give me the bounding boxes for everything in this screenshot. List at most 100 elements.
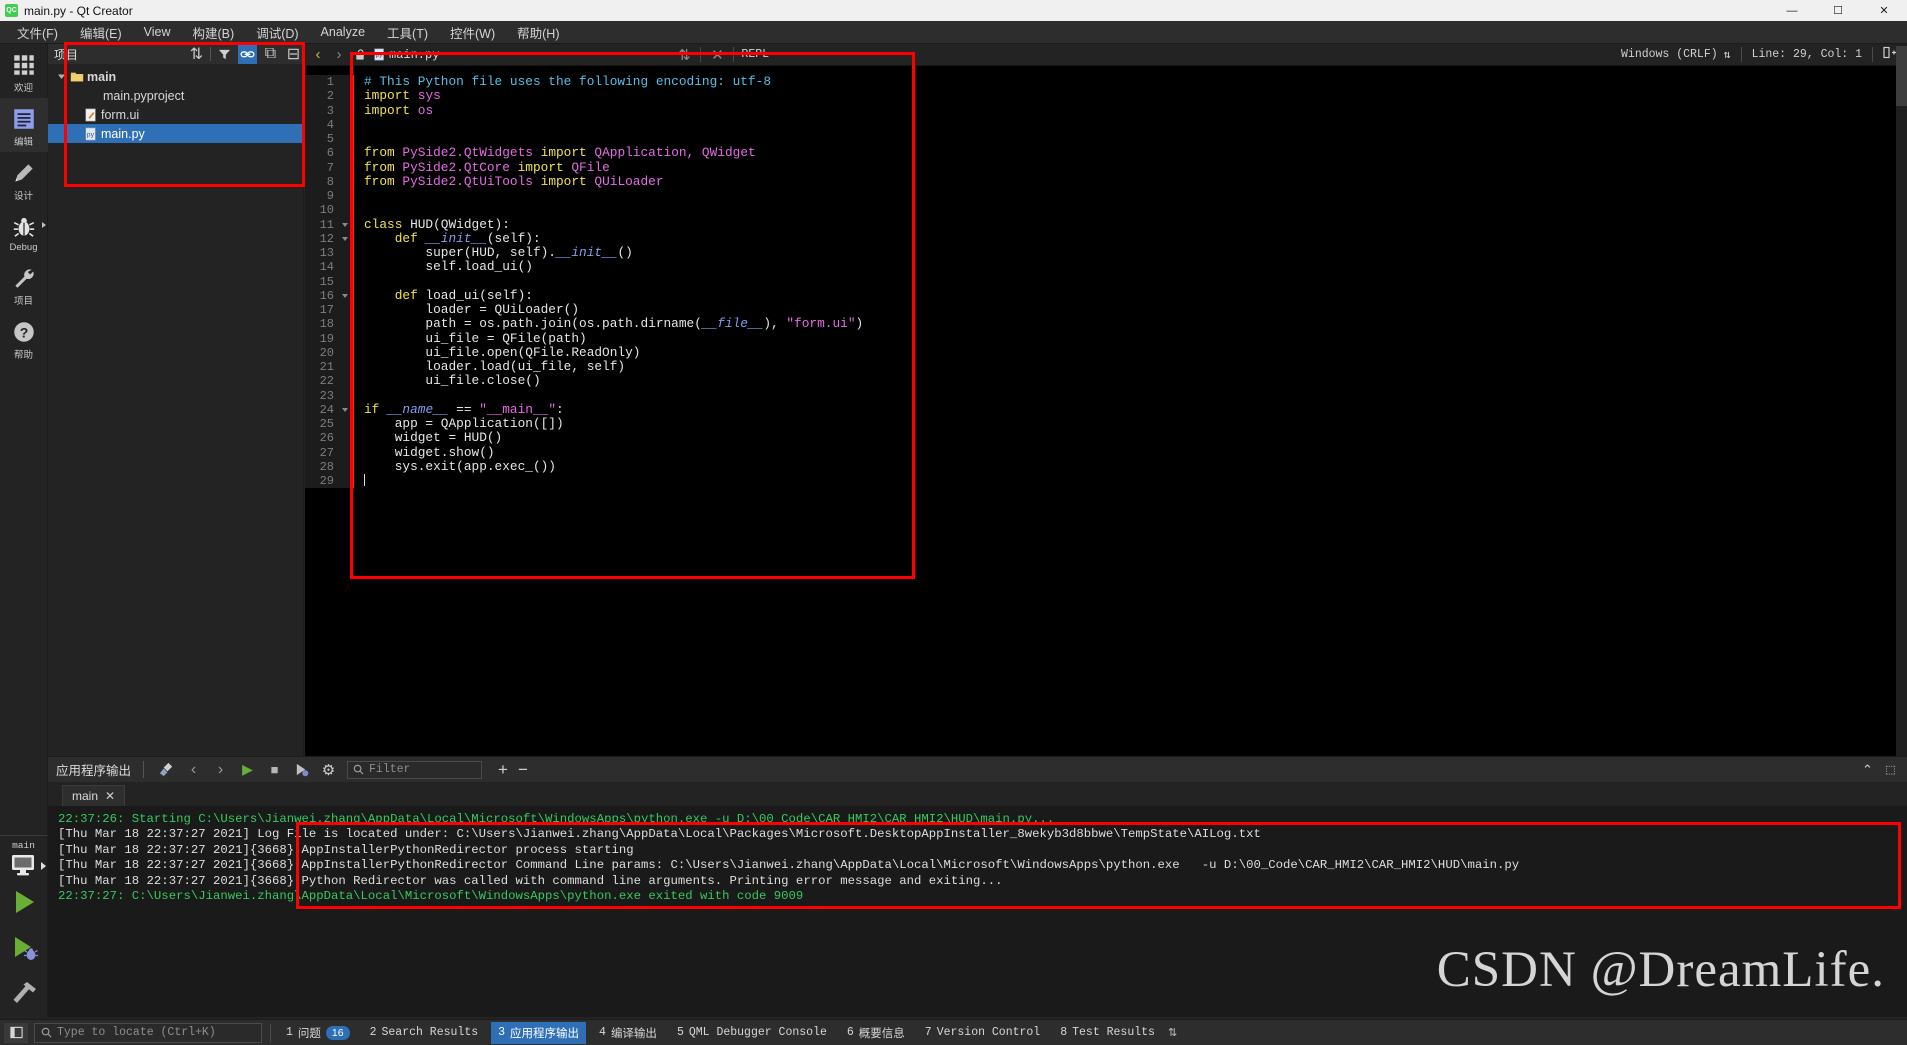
- code-line[interactable]: 7 from PySide2.QtCore import QFile: [305, 160, 1907, 175]
- tree-item-main-folder[interactable]: main: [48, 67, 303, 86]
- link-sync-icon[interactable]: [238, 44, 257, 64]
- run-icon[interactable]: ▶: [237, 759, 258, 780]
- status-pane-button-8[interactable]: 8 Test Results: [1053, 1022, 1162, 1044]
- output-filter-input[interactable]: Filter: [347, 760, 483, 779]
- unlocked-padlock-icon[interactable]: [354, 48, 367, 61]
- build-button[interactable]: [0, 971, 48, 1017]
- status-pane-button-7[interactable]: 7 Version Control: [918, 1022, 1047, 1044]
- menu-debug[interactable]: 调试(D): [245, 20, 309, 45]
- code-line[interactable]: 20 ui_file.open(QFile.ReadOnly): [305, 345, 1907, 360]
- code-editor[interactable]: 1 # This Python file uses the following e…: [305, 66, 1907, 764]
- mode-projects[interactable]: 项目: [0, 257, 48, 311]
- maximize-pane-icon[interactable]: ⬚: [1880, 759, 1901, 780]
- menu-analyze[interactable]: Analyze: [310, 22, 376, 42]
- code-line[interactable]: 9: [305, 189, 1907, 204]
- attach-debugger-icon[interactable]: [291, 759, 312, 780]
- fold-marker-icon[interactable]: [340, 402, 351, 417]
- menu-tools[interactable]: 工具(T): [376, 20, 439, 45]
- line-ending-selector[interactable]: Windows (CRLF): [1621, 48, 1718, 61]
- maximize-button[interactable]: ☐: [1815, 0, 1861, 21]
- menu-help[interactable]: 帮助(H): [506, 20, 570, 45]
- fold-marker-icon[interactable]: [340, 288, 351, 303]
- prev-item-icon[interactable]: ‹: [183, 759, 204, 780]
- menu-file[interactable]: 文件(F): [6, 20, 69, 45]
- code-line[interactable]: 1 # This Python file uses the following e…: [305, 74, 1907, 90]
- start-debugging-button[interactable]: [0, 925, 48, 971]
- close-icon[interactable]: ✕: [105, 789, 115, 803]
- collapse-pane-icon[interactable]: ⌃: [1857, 759, 1878, 780]
- tree-item-main-pyproject[interactable]: main.pyproject: [48, 86, 303, 105]
- clear-output-icon[interactable]: [156, 759, 177, 780]
- menu-view[interactable]: View: [133, 22, 182, 42]
- tree-item-form-ui[interactable]: form.ui: [48, 105, 303, 124]
- editor-filename-label[interactable]: main.py: [389, 48, 439, 62]
- editor-vertical-scrollbar[interactable]: [1896, 44, 1907, 764]
- kit-selector[interactable]: main: [0, 835, 48, 879]
- fold-marker-icon[interactable]: [340, 217, 351, 232]
- code-line[interactable]: 4: [305, 117, 1907, 132]
- sidebar-toggle-button[interactable]: [4, 1022, 28, 1043]
- code-line[interactable]: 23: [305, 388, 1907, 403]
- code-line[interactable]: 12 def __init__(self):: [305, 231, 1907, 246]
- next-item-icon[interactable]: ›: [210, 759, 231, 780]
- filter-icon[interactable]: [215, 45, 234, 64]
- code-line[interactable]: 8 from PySide2.QtUiTools import QUiLoader: [305, 174, 1907, 189]
- zoom-in-button[interactable]: +: [498, 760, 508, 780]
- close-button[interactable]: ✕: [1861, 0, 1907, 21]
- status-pane-button-5[interactable]: 5 QML Debugger Console: [670, 1022, 834, 1044]
- more-panes-arrows-icon[interactable]: ⇅: [1168, 1026, 1177, 1039]
- menu-window[interactable]: 控件(W): [439, 20, 506, 45]
- minimize-button[interactable]: —: [1769, 0, 1815, 21]
- mode-edit[interactable]: 编辑: [0, 98, 48, 152]
- code-line[interactable]: 18 path = os.path.join(os.path.dirname(_…: [305, 317, 1907, 332]
- locator-input[interactable]: Type to locate (Ctrl+K): [34, 1022, 262, 1043]
- code-line[interactable]: 22 ui_file.close(): [305, 374, 1907, 389]
- tree-item-main-py[interactable]: py main.py: [48, 124, 303, 143]
- code-line[interactable]: 27 widget.show(): [305, 445, 1907, 460]
- code-line[interactable]: 19 ui_file = QFile(path): [305, 331, 1907, 346]
- fold-marker-icon[interactable]: [340, 231, 351, 246]
- code-line[interactable]: 11 class HUD(QWidget):: [305, 217, 1907, 232]
- code-line[interactable]: 2 import sys: [305, 89, 1907, 104]
- code-line[interactable]: 13 super(HUD, self).__init__(): [305, 245, 1907, 261]
- code-line[interactable]: 29: [305, 474, 1907, 489]
- code-line[interactable]: 28 sys.exit(app.exec_()): [305, 459, 1907, 474]
- navigate-forward-button[interactable]: ›: [330, 46, 348, 63]
- status-pane-button-6[interactable]: 6 概要信息: [840, 1022, 912, 1044]
- close-editor-button[interactable]: ✕: [708, 46, 726, 64]
- mode-design[interactable]: 设计: [0, 152, 48, 206]
- code-line[interactable]: 14 self.load_ui(): [305, 260, 1907, 275]
- mode-help[interactable]: ? 帮助: [0, 311, 48, 365]
- status-pane-button-2[interactable]: 2 Search Results: [363, 1022, 486, 1044]
- code-line[interactable]: 21 loader.load(ui_file, self): [305, 359, 1907, 375]
- navigate-back-button[interactable]: ‹: [309, 46, 327, 63]
- code-line[interactable]: 3 import os: [305, 103, 1907, 118]
- mode-welcome[interactable]: 欢迎: [0, 44, 48, 98]
- repl-button[interactable]: REPL: [741, 48, 769, 61]
- status-pane-button-1[interactable]: 1 问题 16: [279, 1022, 357, 1044]
- status-pane-button-4[interactable]: 4 编译输出: [592, 1022, 664, 1044]
- code-line[interactable]: 26 widget = HUD(): [305, 431, 1907, 446]
- code-line[interactable]: 10: [305, 203, 1907, 218]
- close-pane-icon[interactable]: ⊟: [284, 45, 303, 64]
- code-line[interactable]: 25 app = QApplication([]): [305, 416, 1907, 432]
- menu-build[interactable]: 构建(B): [182, 20, 246, 45]
- run-button[interactable]: [0, 879, 48, 925]
- code-line[interactable]: 15: [305, 274, 1907, 289]
- mode-debug[interactable]: Debug: [0, 206, 48, 257]
- expand-twisty-icon[interactable]: [56, 71, 67, 82]
- stop-icon[interactable]: ■: [264, 759, 285, 780]
- settings-gear-icon[interactable]: ⚙: [318, 759, 339, 780]
- code-line[interactable]: 5: [305, 132, 1907, 147]
- code-line[interactable]: 24 if __name__ == "__main__":: [305, 402, 1907, 417]
- menu-edit[interactable]: 编辑(E): [69, 20, 133, 45]
- status-pane-button-3[interactable]: 3 应用程序输出: [491, 1021, 587, 1044]
- line-ending-dropdown-icon[interactable]: ⇅: [1724, 47, 1731, 62]
- filter-sort-icon[interactable]: ⇅: [187, 45, 206, 64]
- kit-expand-arrow-icon[interactable]: [40, 862, 46, 870]
- code-line[interactable]: 6 from PySide2.QtWidgets import QApplicat…: [305, 146, 1907, 161]
- mode-debug-expand-arrow-icon[interactable]: [41, 222, 46, 228]
- code-line[interactable]: 17 loader = QUiLoader(): [305, 302, 1907, 318]
- split-icon[interactable]: ⧉: [261, 45, 280, 64]
- zoom-out-button[interactable]: −: [518, 760, 528, 780]
